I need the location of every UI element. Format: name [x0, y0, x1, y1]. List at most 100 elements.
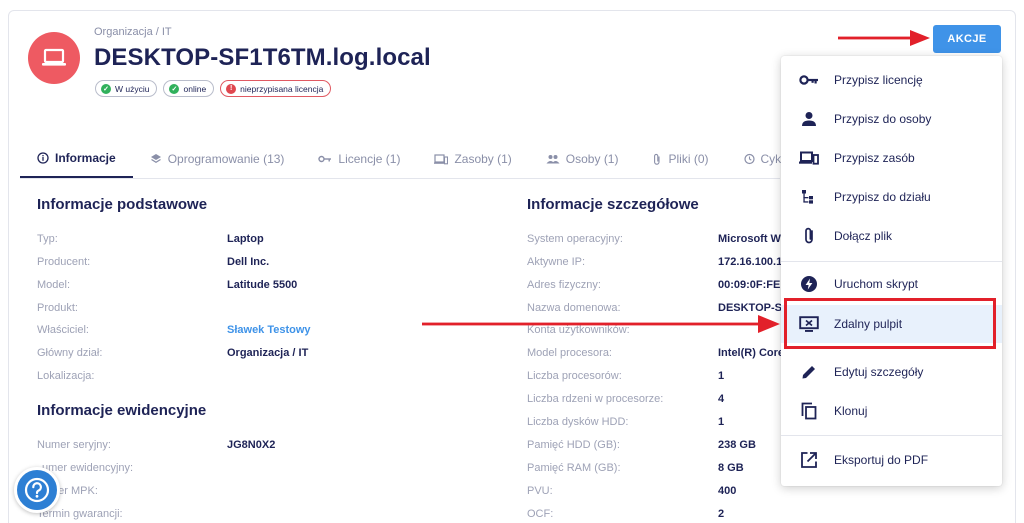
section-title-records: Informacje ewidencyjne	[37, 402, 207, 419]
menu-item-label: Przypisz licencję	[834, 73, 923, 87]
menu-item-label: Przypisz do działu	[834, 190, 931, 204]
tab-label: Zasoby (1)	[454, 152, 512, 166]
info-label: umer ewidencyjny:	[42, 462, 134, 474]
detail-value: 1	[718, 416, 725, 428]
detail-value: Intel(R) Core	[718, 347, 784, 359]
detail-value: DESKTOP-SF	[718, 302, 789, 314]
status-badge-label: nieprzypisana licencja	[240, 83, 324, 94]
info-label: Właściciel:	[37, 324, 89, 336]
tab-pliki[interactable]: Pliki (0)	[635, 140, 725, 178]
detail-label: Model procesora:	[527, 347, 612, 359]
menu-item-clone[interactable]: Klonuj	[781, 392, 1002, 430]
detail-label: Liczba rdzeni w procesorze:	[527, 393, 664, 405]
pencil-icon	[799, 363, 819, 381]
tab-zasoby[interactable]: Zasoby (1)	[417, 140, 528, 178]
tabs-divider	[20, 178, 780, 179]
status-badge-online: ✓ online	[163, 80, 215, 97]
menu-divider	[781, 261, 1002, 262]
status-badge-label: online	[183, 83, 207, 94]
tab-informacje[interactable]: Informacje	[20, 140, 133, 178]
menu-item-assign-person[interactable]: Przypisz do osoby	[781, 100, 1002, 138]
annotation-highlight-box	[784, 298, 996, 349]
layers-icon	[150, 154, 161, 164]
menu-item-assign-resource[interactable]: Przypisz zasób	[781, 139, 1002, 177]
tab-label: Informacje	[55, 151, 116, 165]
devices-icon	[434, 153, 449, 164]
devices-icon	[799, 149, 819, 167]
key-icon	[799, 71, 819, 89]
info-label: Numer seryjny:	[37, 439, 111, 451]
menu-item-assign-license[interactable]: Przypisz licencję	[781, 61, 1002, 99]
info-label: Lokalizacja:	[37, 370, 95, 382]
detail-label: Pamięć RAM (GB):	[527, 462, 621, 474]
info-label: Typ:	[37, 233, 58, 245]
annotation-arrow-middle	[422, 315, 780, 333]
export-icon	[799, 451, 819, 469]
detail-label: Aktywne IP:	[527, 256, 586, 268]
detail-value: Microsoft Wi	[718, 233, 784, 245]
status-badge-label: W użyciu	[115, 83, 150, 94]
tab-oprogramowanie[interactable]: Oprogramowanie (13)	[133, 140, 302, 178]
laptop-icon	[42, 48, 66, 66]
tab-label: Pliki (0)	[668, 152, 709, 166]
history-icon	[743, 153, 755, 165]
help-button[interactable]	[14, 467, 60, 513]
copy-icon	[799, 402, 819, 420]
detail-value: 400	[718, 485, 737, 497]
check-icon: ✓	[169, 83, 180, 94]
detail-value: 2	[718, 508, 725, 520]
detail-value: 1	[718, 370, 725, 382]
annotation-arrow-top	[838, 30, 930, 46]
owner-link[interactable]: Sławek Testowy	[227, 322, 311, 338]
info-label: Główny dział:	[37, 347, 103, 359]
status-badges: ✓ W użyciu ✓ online ! nieprzypisana lice…	[95, 80, 332, 97]
menu-item-attach-file[interactable]: Dołącz plik	[781, 217, 1002, 255]
detail-label: Nazwa domenowa:	[527, 302, 621, 314]
menu-item-label: Przypisz do osoby	[834, 112, 932, 126]
check-icon: ✓	[101, 83, 111, 94]
detail-value: 172.16.100.1	[718, 256, 783, 268]
detail-value: 4	[718, 393, 725, 405]
actions-menu: Przypisz licencję Przypisz do osoby Przy…	[781, 56, 1002, 486]
menu-item-export-pdf[interactable]: Eksportuj do PDF	[781, 441, 1002, 479]
org-tree-icon	[799, 188, 819, 206]
section-title-basic: Informacje podstawowe	[37, 196, 208, 213]
detail-value: 238 GB	[718, 439, 756, 451]
paperclip-icon	[799, 227, 819, 245]
menu-item-label: Dołącz plik	[834, 229, 893, 243]
person-icon	[799, 110, 819, 128]
menu-item-label: Klonuj	[834, 404, 868, 418]
detail-label: Pamięć HDD (GB):	[527, 439, 620, 451]
tab-bar: Informacje Oprogramowanie (13) Licencje …	[20, 140, 816, 178]
menu-item-label: Eksportuj do PDF	[834, 453, 929, 467]
detail-label: Liczba dysków HDD:	[527, 416, 629, 428]
info-label: Producent:	[37, 256, 91, 268]
menu-item-edit-details[interactable]: Edytuj szczegóły	[781, 353, 1002, 391]
paperclip-icon	[654, 153, 661, 165]
tab-label: Licencje (1)	[338, 152, 401, 166]
menu-item-label: Uruchom skrypt	[834, 277, 919, 291]
tab-osoby[interactable]: Osoby (1)	[529, 140, 636, 178]
warning-icon: !	[226, 83, 237, 94]
breadcrumb[interactable]: Organizacja / IT	[94, 26, 172, 38]
detail-label: PVU:	[527, 485, 553, 497]
lightning-icon	[799, 275, 819, 293]
status-badge-in-use: ✓ W użyciu	[95, 80, 158, 97]
info-icon	[37, 152, 49, 164]
question-icon	[24, 477, 50, 503]
status-badge-license: ! nieprzypisana licencja	[220, 80, 332, 97]
tab-label: Osoby (1)	[565, 152, 619, 166]
detail-value: 8 GB	[718, 462, 744, 474]
info-label: Produkt:	[37, 302, 78, 314]
info-value: Laptop	[227, 233, 264, 245]
info-value: Dell Inc.	[227, 256, 270, 268]
info-value: Latitude 5500	[227, 279, 298, 291]
page-title: DESKTOP-SF1T6TM.log.local	[94, 44, 431, 71]
menu-item-label: Przypisz zasób	[834, 151, 915, 165]
menu-item-assign-department[interactable]: Przypisz do działu	[781, 178, 1002, 216]
actions-button[interactable]: AKCJE	[933, 25, 1001, 53]
info-label: Model:	[37, 279, 71, 291]
tab-licencje[interactable]: Licencje (1)	[301, 140, 417, 178]
tab-label: Oprogramowanie (13)	[167, 152, 285, 166]
menu-divider	[781, 435, 1002, 436]
